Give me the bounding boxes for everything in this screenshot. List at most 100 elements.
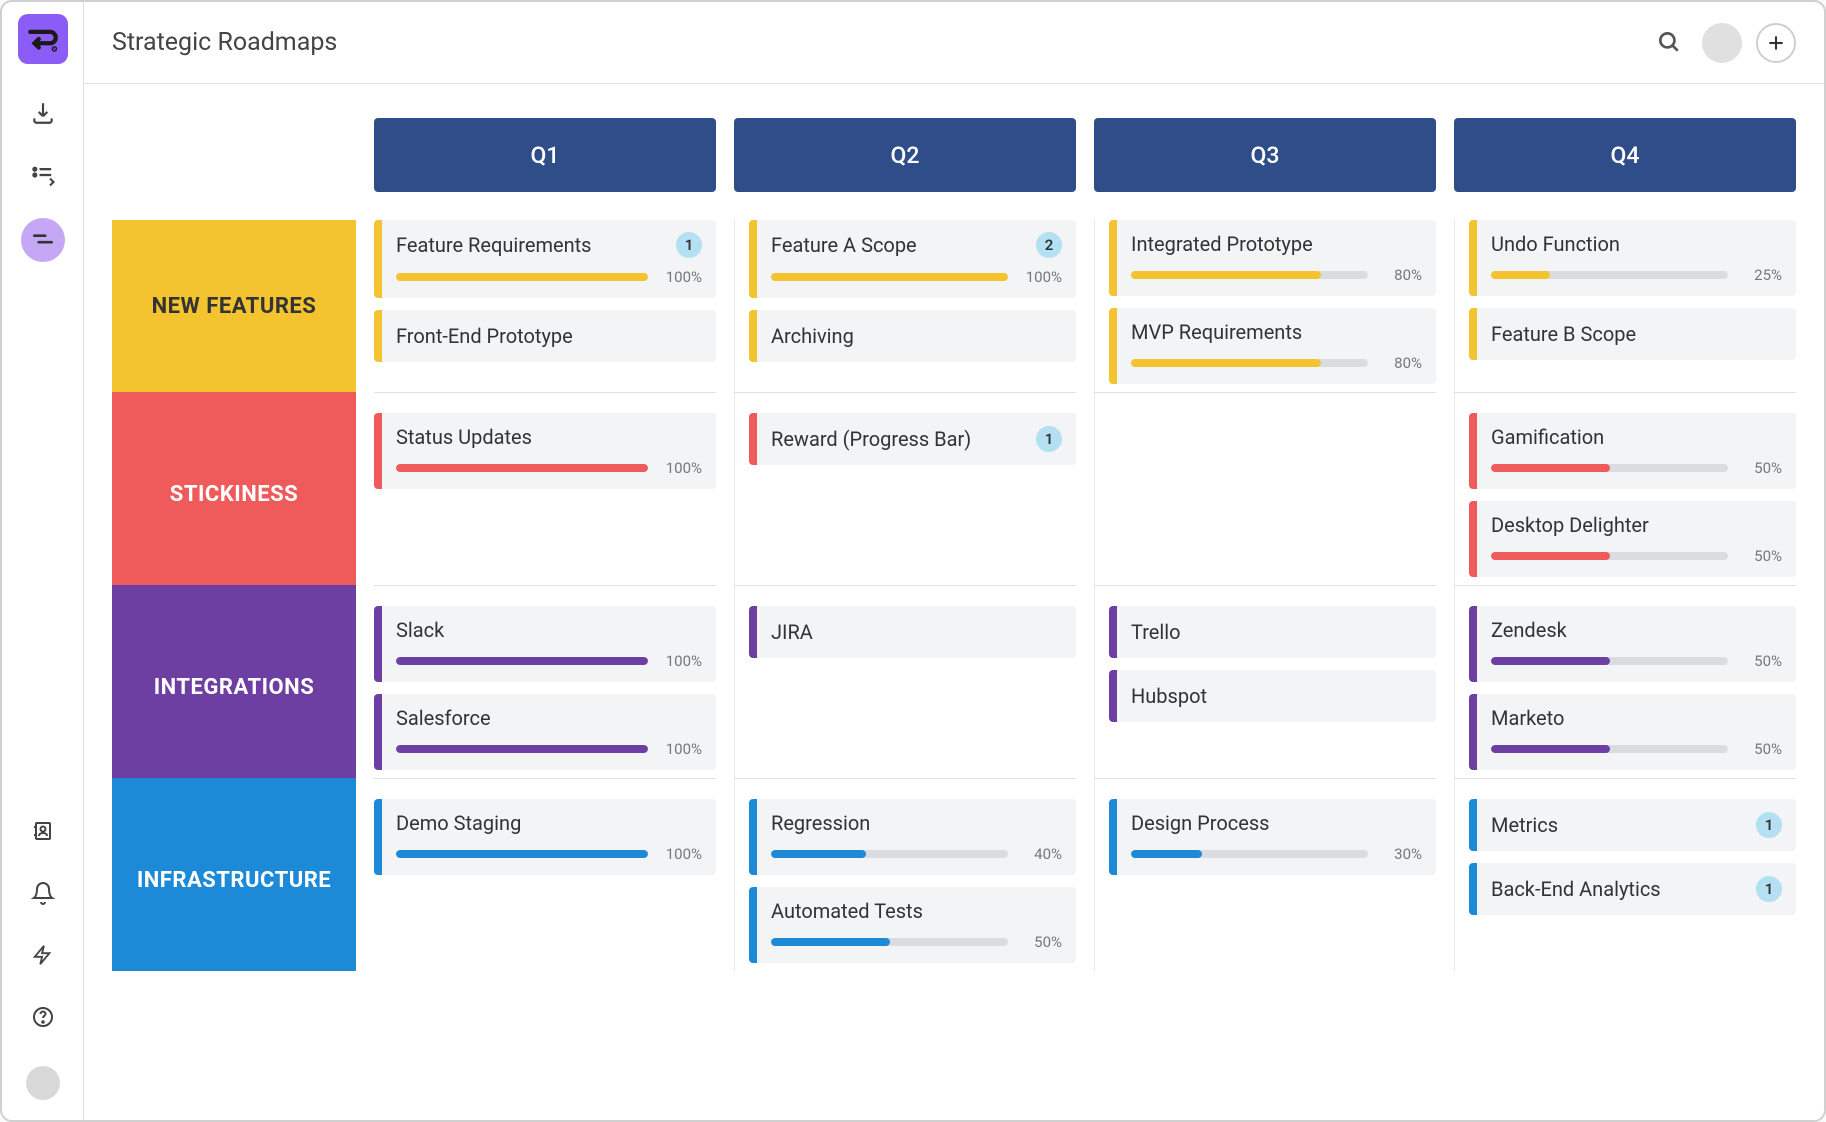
card-title: Metrics [1491,813,1756,837]
add-button[interactable] [1756,23,1796,63]
card-color-bar [1469,220,1477,296]
card-title: Archiving [771,324,1062,348]
roadmap-card[interactable]: Metrics1 [1469,799,1796,851]
roadmap-card[interactable]: Archiving [749,310,1076,362]
roadmap-icon[interactable] [21,218,65,262]
sidebar-avatar[interactable] [26,1066,60,1100]
header: Strategic Roadmaps [84,2,1824,84]
card-title: Gamification [1491,425,1782,449]
progress-fill [396,850,648,858]
card-color-bar [1109,308,1117,384]
roadmap-card[interactable]: Undo Function25% [1469,220,1796,296]
roadmap-card[interactable]: Salesforce100% [374,694,716,770]
roadmap-card[interactable]: Feature A Scope2100% [749,220,1076,298]
card-title: Undo Function [1491,232,1782,256]
card-color-bar [749,220,757,298]
roadmap-card[interactable]: Front-End Prototype [374,310,716,362]
progress-row: 30% [1131,845,1422,863]
card-color-bar [749,606,757,658]
card-color-bar [1469,606,1477,682]
lane-cell: Feature Requirements1100% Front-End Proto… [374,220,716,392]
card-color-bar [1109,220,1117,296]
card-title: Back-End Analytics [1491,877,1756,901]
roadmap-card[interactable]: Reward (Progress Bar)1 [749,413,1076,465]
progress-row: 50% [1491,547,1782,565]
lane-label: STICKINESS [112,392,356,585]
card-title: Reward (Progress Bar) [771,427,1036,451]
card-title: Marketo [1491,706,1782,730]
roadmap-card[interactable]: Feature Requirements1100% [374,220,716,298]
roadmap-card[interactable]: Hubspot [1109,670,1436,722]
progress-percent: 50% [1018,933,1062,951]
roadmap-card[interactable]: Gamification 50% [1469,413,1796,489]
sidebar [2,2,84,1120]
roadmap-card[interactable]: Marketo 50% [1469,694,1796,770]
column-header-q4: Q4 [1454,118,1796,192]
progress-fill [396,464,648,472]
progress-percent: 50% [1738,652,1782,670]
roadmap-card[interactable]: Regression40% [749,799,1076,875]
card-color-bar [374,310,382,362]
progress-fill [396,657,648,665]
card-badge: 2 [1036,232,1062,258]
progress-track [1491,657,1728,665]
progress-row: 50% [1491,740,1782,758]
search-icon[interactable] [1656,29,1684,57]
progress-row: 50% [1491,459,1782,477]
progress-percent: 100% [658,740,702,758]
card-color-bar [1469,413,1477,489]
card-color-bar [1109,606,1117,658]
help-icon[interactable] [24,998,62,1036]
progress-row: 100% [771,268,1062,286]
progress-fill [1131,271,1321,279]
lane-cell: Trello Hubspot [1094,585,1436,778]
progress-percent: 100% [658,268,702,286]
roadmap-card[interactable]: Integrated Prototype80% [1109,220,1436,296]
header-avatar[interactable] [1702,23,1742,63]
app-shell: Strategic Roadmaps Q1Q2Q3Q4NEW FEATURESF… [0,0,1826,1122]
lane-cell: Regression40% Automated Tests50% [734,778,1076,971]
bell-icon[interactable] [24,874,62,912]
card-color-bar [374,413,382,489]
card-color-bar [1469,863,1477,915]
progress-fill [1491,745,1610,753]
lane-cell: Metrics1 Back-End Analytics1 [1454,778,1796,971]
roadmap-card[interactable]: JIRA [749,606,1076,658]
progress-percent: 50% [1738,459,1782,477]
roadmap-card[interactable]: Slack100% [374,606,716,682]
roadmap-card[interactable]: Design Process30% [1109,799,1436,875]
bolt-icon[interactable] [24,936,62,974]
contacts-icon[interactable] [24,812,62,850]
roadmap-card[interactable]: Back-End Analytics1 [1469,863,1796,915]
card-color-bar [1469,308,1477,360]
roadmap-card[interactable]: Trello [1109,606,1436,658]
progress-fill [1491,464,1610,472]
progress-track [396,464,648,472]
card-title: Trello [1131,620,1422,644]
card-title: Hubspot [1131,684,1422,708]
roadmap-card[interactable]: Status Updates100% [374,413,716,489]
card-title: Regression [771,811,1062,835]
card-title: Zendesk [1491,618,1782,642]
import-icon[interactable] [24,94,62,132]
progress-fill [771,850,866,858]
roadmap-card[interactable]: Zendesk 50% [1469,606,1796,682]
roadmap-card[interactable]: MVP Requirements80% [1109,308,1436,384]
roadmap-card[interactable]: Automated Tests50% [749,887,1076,963]
card-color-bar [374,799,382,875]
sidebar-bottom [24,812,62,1120]
roadmap-card[interactable]: Feature B Scope [1469,308,1796,360]
card-color-bar [1469,694,1477,770]
progress-track [1491,552,1728,560]
roadmap-card[interactable]: Demo Staging100% [374,799,716,875]
progress-track [1491,271,1728,279]
progress-track [771,273,1008,281]
card-title: Feature Requirements [396,233,676,257]
sidebar-top [18,14,68,286]
list-icon[interactable] [24,156,62,194]
progress-row: 100% [396,459,702,477]
progress-row: 50% [771,933,1062,951]
app-logo[interactable] [18,14,68,64]
progress-track [1491,745,1728,753]
roadmap-card[interactable]: Desktop Delighter50% [1469,501,1796,577]
